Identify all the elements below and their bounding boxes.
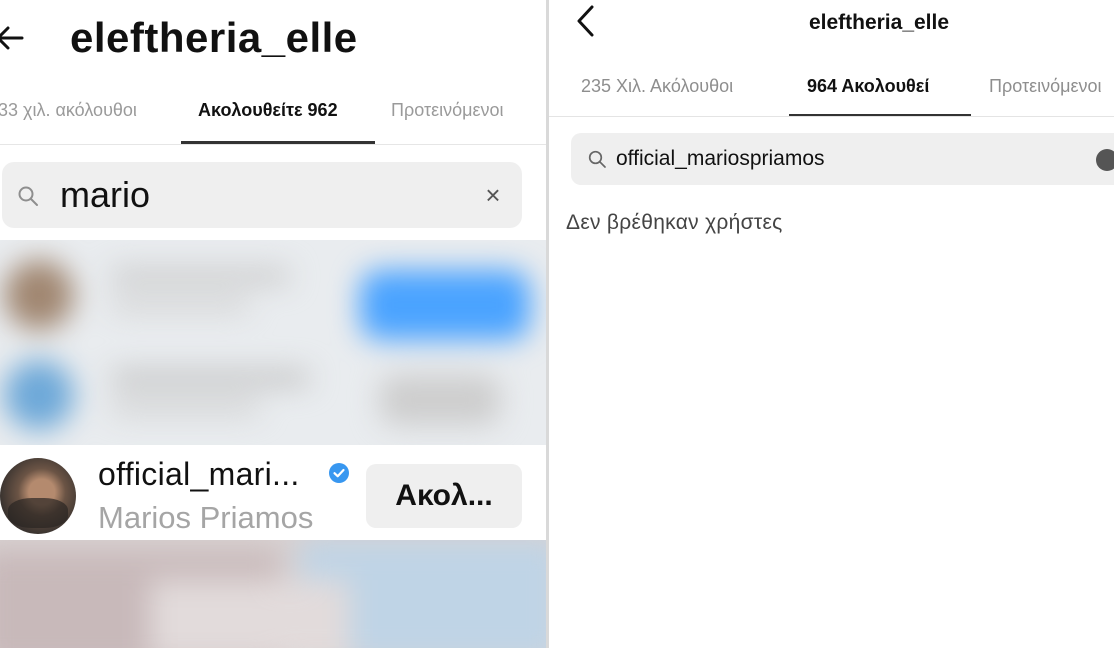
search-icon (588, 150, 606, 168)
left-screenshot-panel: eleftheria_elle 33 χιλ. ακόλουθοι Ακολου… (0, 0, 546, 648)
tab-suggested[interactable]: Προτεινόμενοι (989, 76, 1102, 97)
tab-divider (0, 144, 546, 145)
blurred-results-top (0, 240, 546, 445)
search-bar[interactable]: × (2, 162, 522, 228)
tab-suggested[interactable]: Προτεινόμενοι (391, 100, 504, 121)
no-results-message: Δεν βρέθηκαν χρήστες (566, 211, 783, 234)
tab-divider (549, 116, 1114, 117)
verified-badge-icon (329, 463, 349, 483)
profile-title: eleftheria_elle (808, 11, 950, 34)
tab-following[interactable]: 964 Ακολουθεί (807, 76, 929, 97)
clear-circle-icon[interactable] (1096, 149, 1114, 171)
right-screenshot-panel: eleftheria_elle 235 Χιλ. Ακόλουθοι 964 Α… (549, 0, 1114, 648)
search-input[interactable] (616, 143, 1076, 175)
search-bar[interactable] (571, 133, 1114, 185)
tab-following[interactable]: Ακολουθείτε 962 (198, 100, 338, 121)
search-input[interactable] (60, 168, 440, 222)
back-arrow-icon[interactable] (0, 20, 28, 56)
user-list-item[interactable]: official_mari... Marios Priamos Ακολ... (0, 446, 546, 540)
tab-followers[interactable]: 235 Χιλ. Ακόλουθοι (581, 76, 733, 97)
avatar[interactable] (0, 458, 76, 534)
full-name: Marios Priamos (98, 500, 314, 535)
blurred-results-bottom (0, 540, 546, 648)
search-icon (18, 186, 38, 206)
tab-followers[interactable]: 33 χιλ. ακόλουθοι (0, 100, 137, 121)
tab-bar: 33 χιλ. ακόλουθοι Ακολουθείτε 962 Προτει… (0, 92, 546, 144)
following-button[interactable]: Ακολ... (366, 464, 522, 528)
username[interactable]: official_mari... (98, 456, 300, 493)
close-icon[interactable]: × (480, 182, 506, 208)
profile-title: eleftheria_elle (70, 14, 358, 61)
